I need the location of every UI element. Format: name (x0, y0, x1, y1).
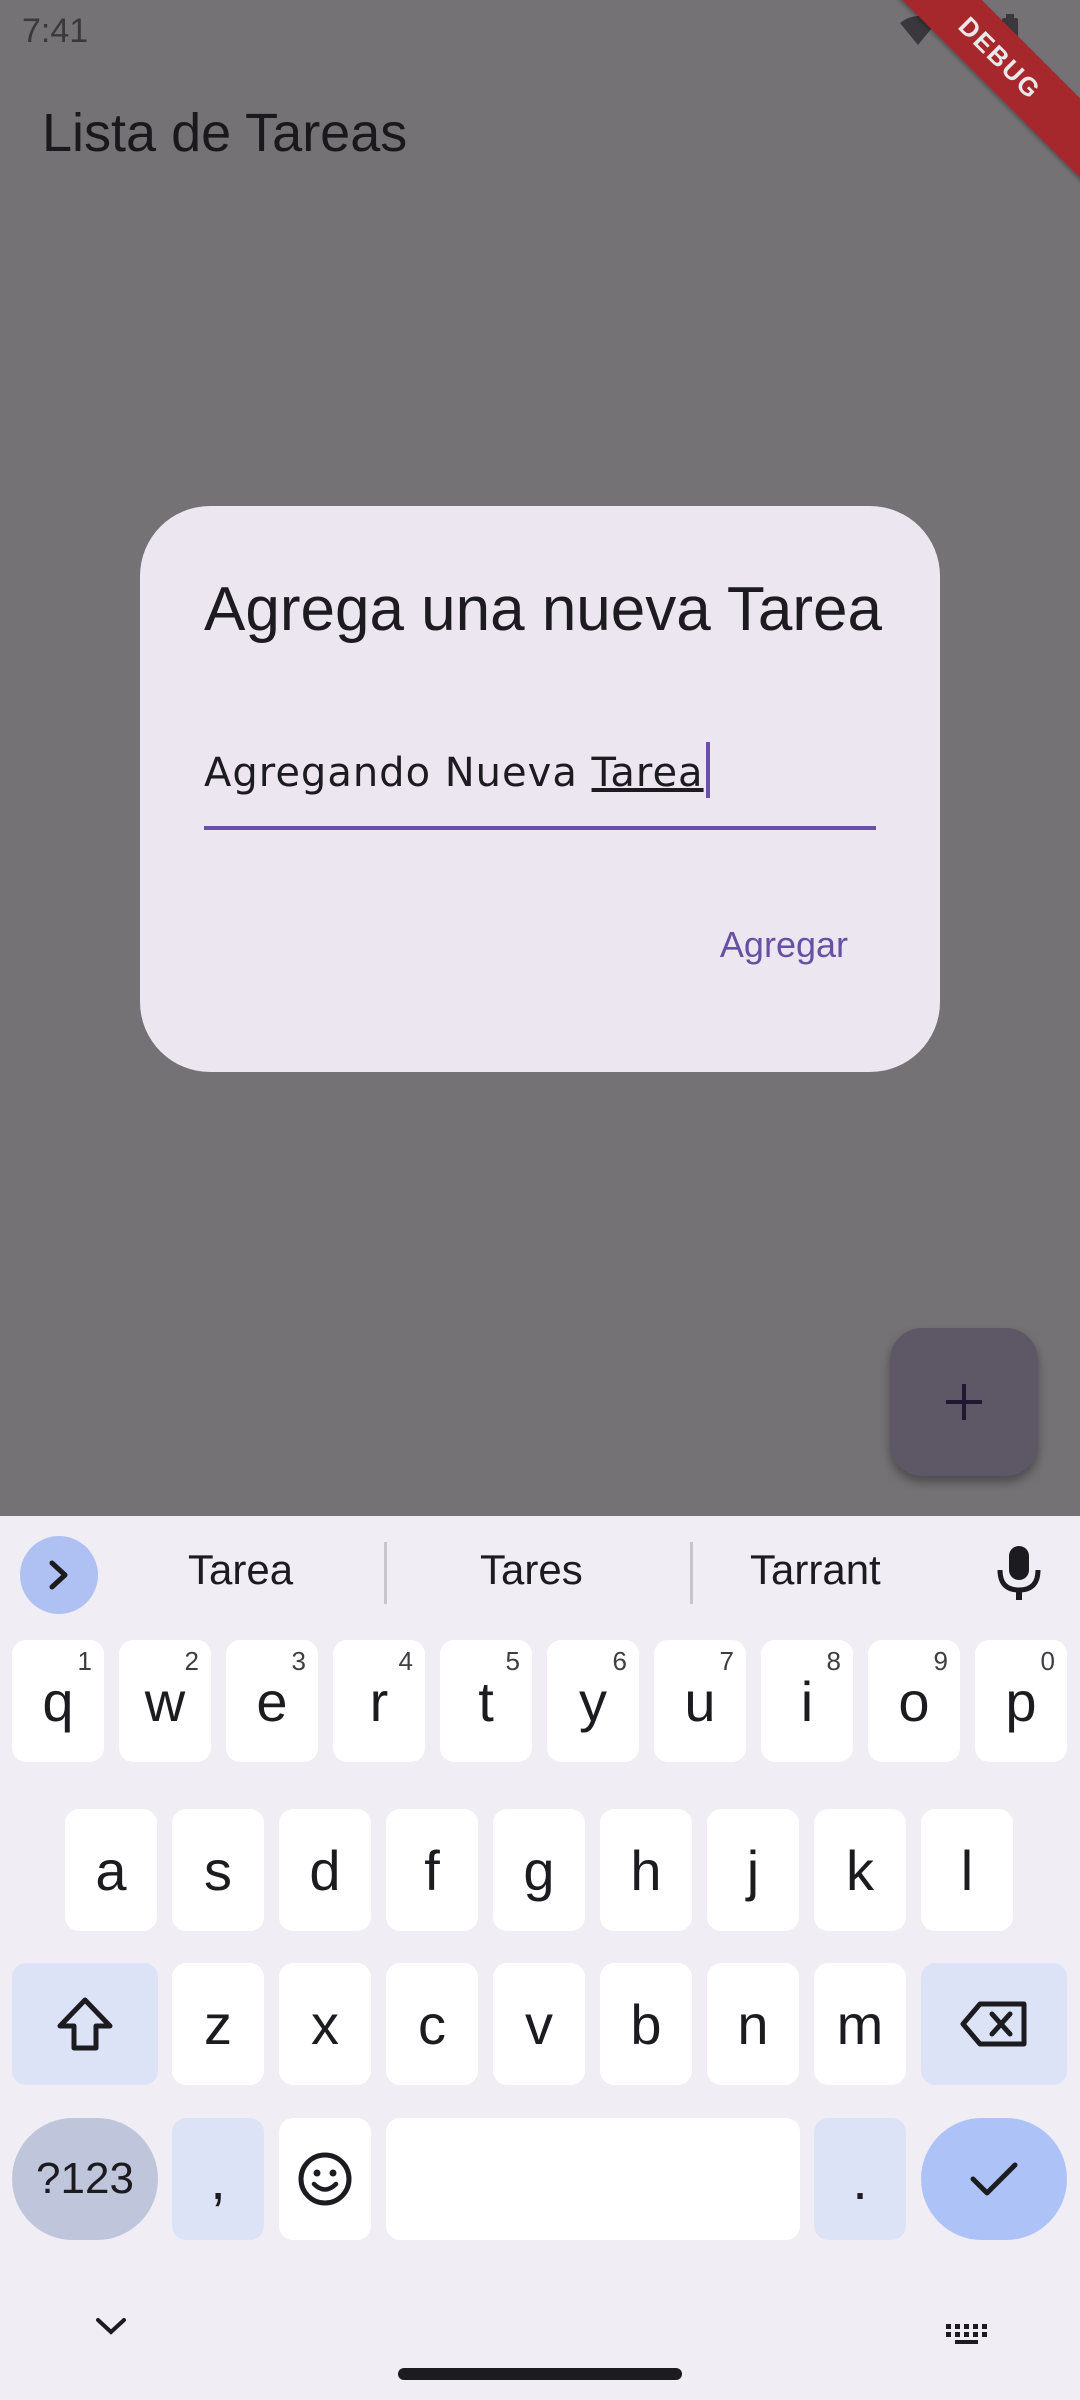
key-u[interactable]: u7 (654, 1640, 746, 1762)
text-caret (705, 742, 710, 798)
suggestion-1[interactable]: Tarea (188, 1546, 293, 1594)
key-label: y (579, 1669, 607, 1733)
key-hint: 8 (826, 1646, 841, 1676)
key-a[interactable]: a (65, 1809, 157, 1931)
status-time: 7:41 (22, 12, 89, 50)
key-i[interactable]: i8 (761, 1640, 853, 1762)
key-hint: 7 (719, 1646, 734, 1676)
key-hint: 5 (505, 1646, 520, 1676)
keyboard-switcher-icon[interactable] (944, 2322, 992, 2346)
app-screen: 7:41 DEBUG Lista de Tareas Agrega una nu… (0, 0, 1080, 1516)
key-o[interactable]: o9 (868, 1640, 960, 1762)
key-d[interactable]: d (279, 1809, 371, 1931)
key-w[interactable]: w2 (119, 1640, 211, 1762)
agregar-button[interactable]: Agregar (720, 924, 848, 966)
key-r[interactable]: r4 (333, 1640, 425, 1762)
page-title: Lista de Tareas (42, 103, 408, 163)
done-key[interactable] (921, 2118, 1067, 2240)
checkmark-icon (970, 2162, 1018, 2196)
key-hint: 9 (933, 1646, 948, 1676)
key-x[interactable]: x (279, 1963, 371, 2085)
key-label: w (144, 1669, 186, 1733)
key-t[interactable]: t5 (440, 1640, 532, 1762)
key-m[interactable]: m (814, 1963, 906, 2085)
shift-key[interactable] (12, 1963, 158, 2085)
key-l[interactable]: l (921, 1809, 1013, 1931)
comma-key[interactable]: , (172, 2118, 264, 2240)
key-k[interactable]: k (814, 1809, 906, 1931)
suggestion-divider (690, 1542, 693, 1604)
key-label: q (42, 1669, 74, 1733)
task-input-value: Agregando Nueva Tarea (204, 742, 710, 798)
key-v[interactable]: v (493, 1963, 585, 2085)
key-hint: 6 (612, 1646, 627, 1676)
key-h[interactable]: h (600, 1809, 692, 1931)
dialog-title: Agrega una nueva Tarea (204, 575, 882, 644)
space-key[interactable] (386, 2118, 800, 2240)
suggestion-2[interactable]: Tares (480, 1546, 583, 1594)
key-hint: 3 (291, 1646, 306, 1676)
add-task-button[interactable] (890, 1328, 1038, 1476)
suggestion-divider (384, 1542, 387, 1604)
period-key[interactable]: . (814, 2118, 906, 2240)
key-q[interactable]: q1 (12, 1640, 104, 1762)
key-j[interactable]: j (707, 1809, 799, 1931)
hide-keyboard-chevron-icon[interactable] (94, 2316, 128, 2336)
key-hint: 1 (77, 1646, 92, 1676)
key-label: t (478, 1669, 494, 1733)
key-n[interactable]: n (707, 1963, 799, 2085)
backspace-key[interactable] (921, 1963, 1067, 2085)
shift-icon (57, 1997, 113, 2051)
key-hint: 2 (184, 1646, 199, 1676)
key-e[interactable]: e3 (226, 1640, 318, 1762)
key-p[interactable]: p0 (975, 1640, 1067, 1762)
microphone-icon[interactable] (992, 1544, 1046, 1602)
key-label: e (256, 1669, 288, 1733)
suggestion-3[interactable]: Tarrant (750, 1546, 881, 1594)
plus-icon (946, 1384, 982, 1420)
key-c[interactable]: c (386, 1963, 478, 2085)
key-hint: 0 (1040, 1646, 1055, 1676)
chevron-right-icon (49, 1560, 68, 1590)
key-label: r (369, 1669, 389, 1733)
task-input[interactable]: Agregando Nueva Tarea (204, 728, 876, 830)
task-input-composing-text: Tarea (591, 750, 704, 796)
key-label: p (1005, 1669, 1037, 1733)
keyboard-menu-button[interactable] (20, 1536, 98, 1614)
key-g[interactable]: g (493, 1809, 585, 1931)
key-b[interactable]: b (600, 1963, 692, 2085)
emoji-key[interactable] (279, 2118, 371, 2240)
suggestion-bar: Tarea Tares Tarrant (0, 1516, 1080, 1628)
add-task-dialog: Agrega una nueva Tarea Agregando Nueva T… (140, 506, 940, 1072)
key-y[interactable]: y6 (547, 1640, 639, 1762)
key-hint: 4 (398, 1646, 413, 1676)
key-s[interactable]: s (172, 1809, 264, 1931)
emoji-icon (298, 2152, 352, 2206)
symbols-key[interactable]: ?123 (12, 2118, 158, 2240)
task-input-text: Agregando Nueva (204, 750, 592, 796)
home-indicator[interactable] (398, 2368, 682, 2380)
backspace-icon (960, 2001, 1027, 2047)
key-f[interactable]: f (386, 1809, 478, 1931)
key-label: i (800, 1669, 814, 1733)
soft-keyboard: Tarea Tares Tarrant q1 w2 e3 r4 t5 y6 u7… (0, 1516, 1080, 2400)
key-label: u (684, 1669, 716, 1733)
key-label: o (898, 1669, 930, 1733)
key-z[interactable]: z (172, 1963, 264, 2085)
